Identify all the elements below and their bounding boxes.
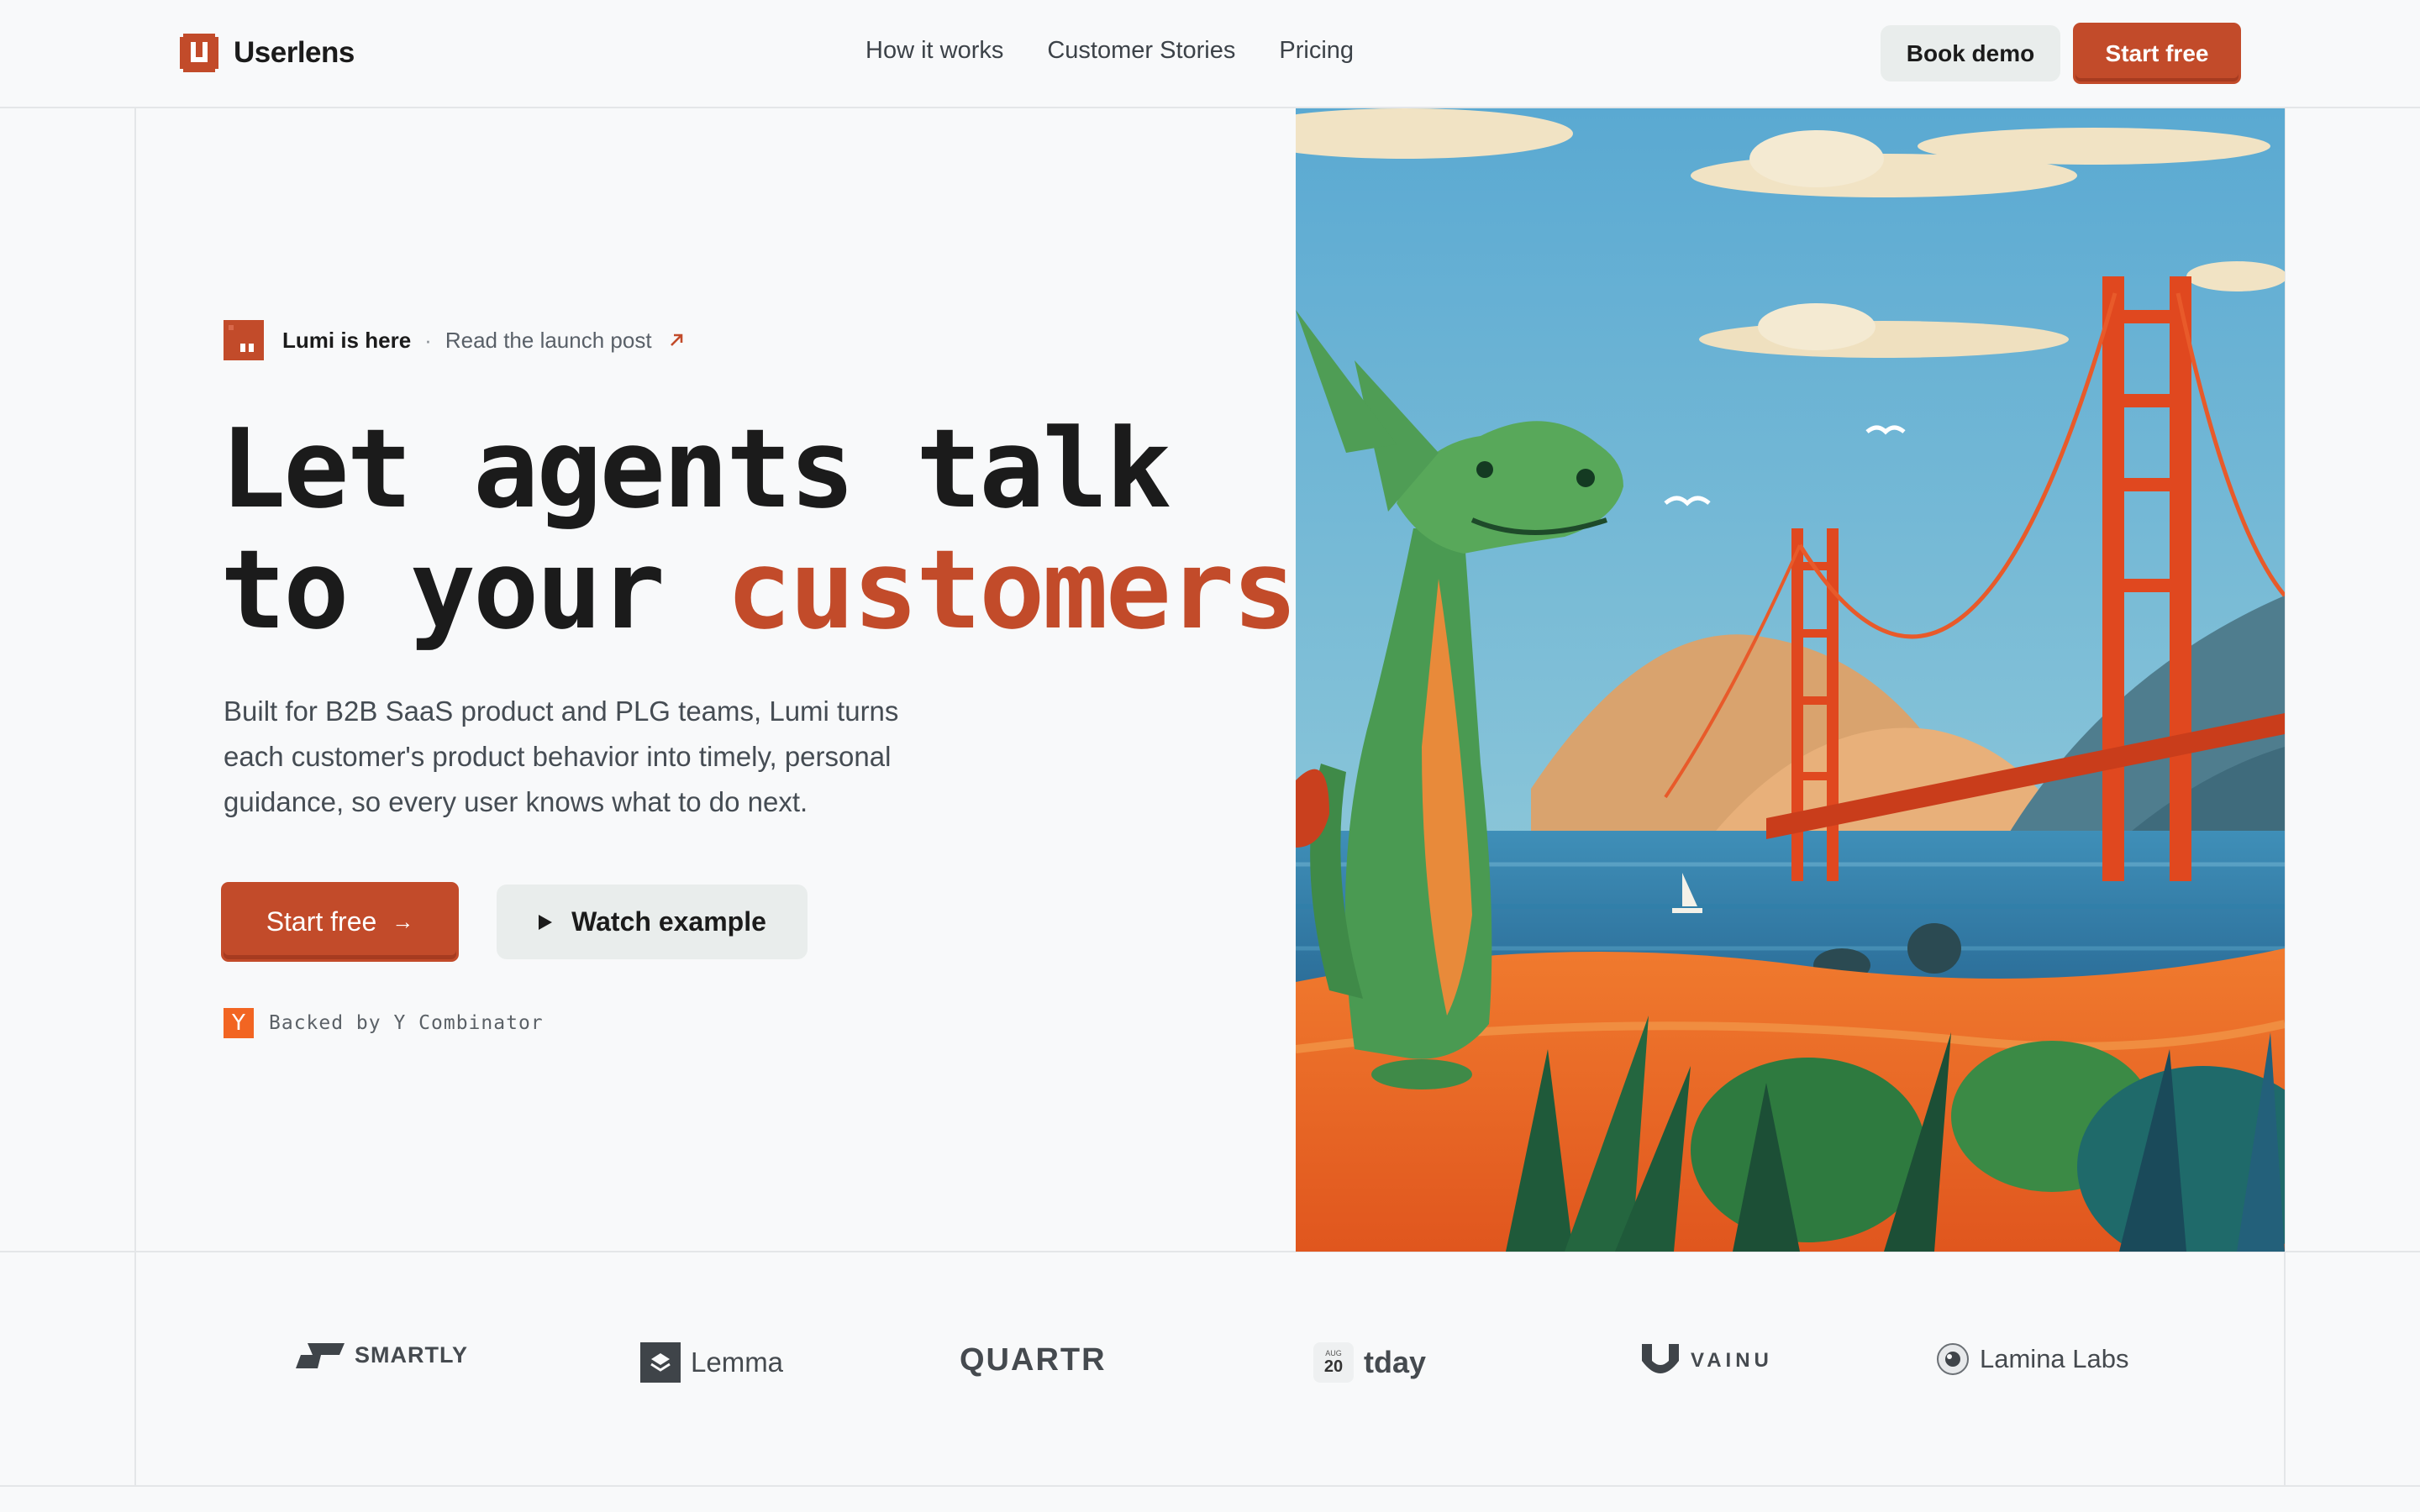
- brand-logo[interactable]: Userlens: [180, 34, 355, 72]
- calendar-day: 20: [1323, 1357, 1344, 1376]
- watch-example-label: Watch example: [571, 906, 766, 937]
- launch-badge[interactable]: Lumi is here · Read the launch post: [224, 320, 686, 360]
- book-demo-button[interactable]: Book demo: [1881, 25, 2060, 81]
- vainu-name: VAINU: [1691, 1349, 1773, 1372]
- arrow-up-right-icon: [670, 333, 682, 346]
- golden-gate-dinosaur-illustration: [1296, 108, 2285, 1252]
- brand-name: Userlens: [234, 36, 355, 69]
- logo-lamina-labs: Lamina Labs: [1936, 1342, 2129, 1376]
- userlens-logo-icon: [180, 34, 218, 72]
- arrow-right-icon: →: [392, 909, 414, 934]
- tday-name: tday: [1364, 1345, 1427, 1379]
- nav-pricing[interactable]: Pricing: [1279, 37, 1354, 65]
- hero-headline: Let agents talk to your customers.: [220, 405, 1361, 650]
- play-icon: [539, 914, 553, 930]
- lamina-labs-name: Lamina Labs: [1980, 1344, 2129, 1373]
- badge-title: Lumi is here: [282, 327, 412, 353]
- logo-quartr: QUARTR: [960, 1342, 1107, 1378]
- logo-smartly: SMARTLY: [296, 1342, 468, 1368]
- logo-tday: AUG 20 tday: [1313, 1342, 1426, 1383]
- backed-by-yc: Y Backed by Y Combinator: [224, 1008, 544, 1038]
- nav-how-it-works[interactable]: How it works: [865, 37, 1003, 65]
- vainu-logo-icon: [1642, 1344, 1679, 1373]
- headline-line-2: to your: [220, 526, 727, 654]
- lumi-badge-icon: [224, 320, 264, 360]
- smartly-name: SMARTLY: [355, 1342, 469, 1368]
- headline-line-1: Let agents talk: [220, 405, 1171, 533]
- quartr-name: QUARTR: [960, 1342, 1107, 1378]
- logo-vainu: VAINU: [1640, 1342, 1773, 1379]
- calendar-month: AUG: [1325, 1348, 1342, 1357]
- hero-subtitle: Built for B2B SaaS product and PLG teams…: [224, 696, 899, 817]
- backed-by-text: Backed by Y Combinator: [269, 1012, 544, 1034]
- site-header: Userlens How it works Customer Stories P…: [0, 0, 2420, 108]
- hero-start-free-button[interactable]: Start free →: [224, 885, 456, 959]
- lemma-logo-icon: [640, 1342, 681, 1383]
- lemma-name: Lemma: [691, 1347, 784, 1378]
- header-start-free-button[interactable]: Start free: [2075, 25, 2238, 81]
- main-nav: How it works Customer Stories Pricing: [865, 37, 1354, 65]
- badge-separator: ·: [424, 327, 432, 353]
- headline-accent: customers.: [726, 526, 1361, 654]
- logo-lemma: Lemma: [640, 1342, 783, 1383]
- customer-logos: SMARTLY Lemma QUARTR AUG 20 tday VAINU L…: [0, 1252, 2420, 1487]
- y-combinator-icon: Y: [224, 1008, 254, 1038]
- hero-illustration: [1296, 108, 2285, 1252]
- hero-start-free-label: Start free: [266, 906, 377, 937]
- smartly-logo-icon: [296, 1342, 345, 1368]
- watch-example-button[interactable]: Watch example: [497, 885, 808, 959]
- lamina-labs-logo-icon: [1937, 1343, 1969, 1375]
- nav-customer-stories[interactable]: Customer Stories: [1047, 37, 1235, 65]
- calendar-icon: AUG 20: [1313, 1342, 1354, 1383]
- launch-post-link[interactable]: Read the launch post: [445, 328, 652, 354]
